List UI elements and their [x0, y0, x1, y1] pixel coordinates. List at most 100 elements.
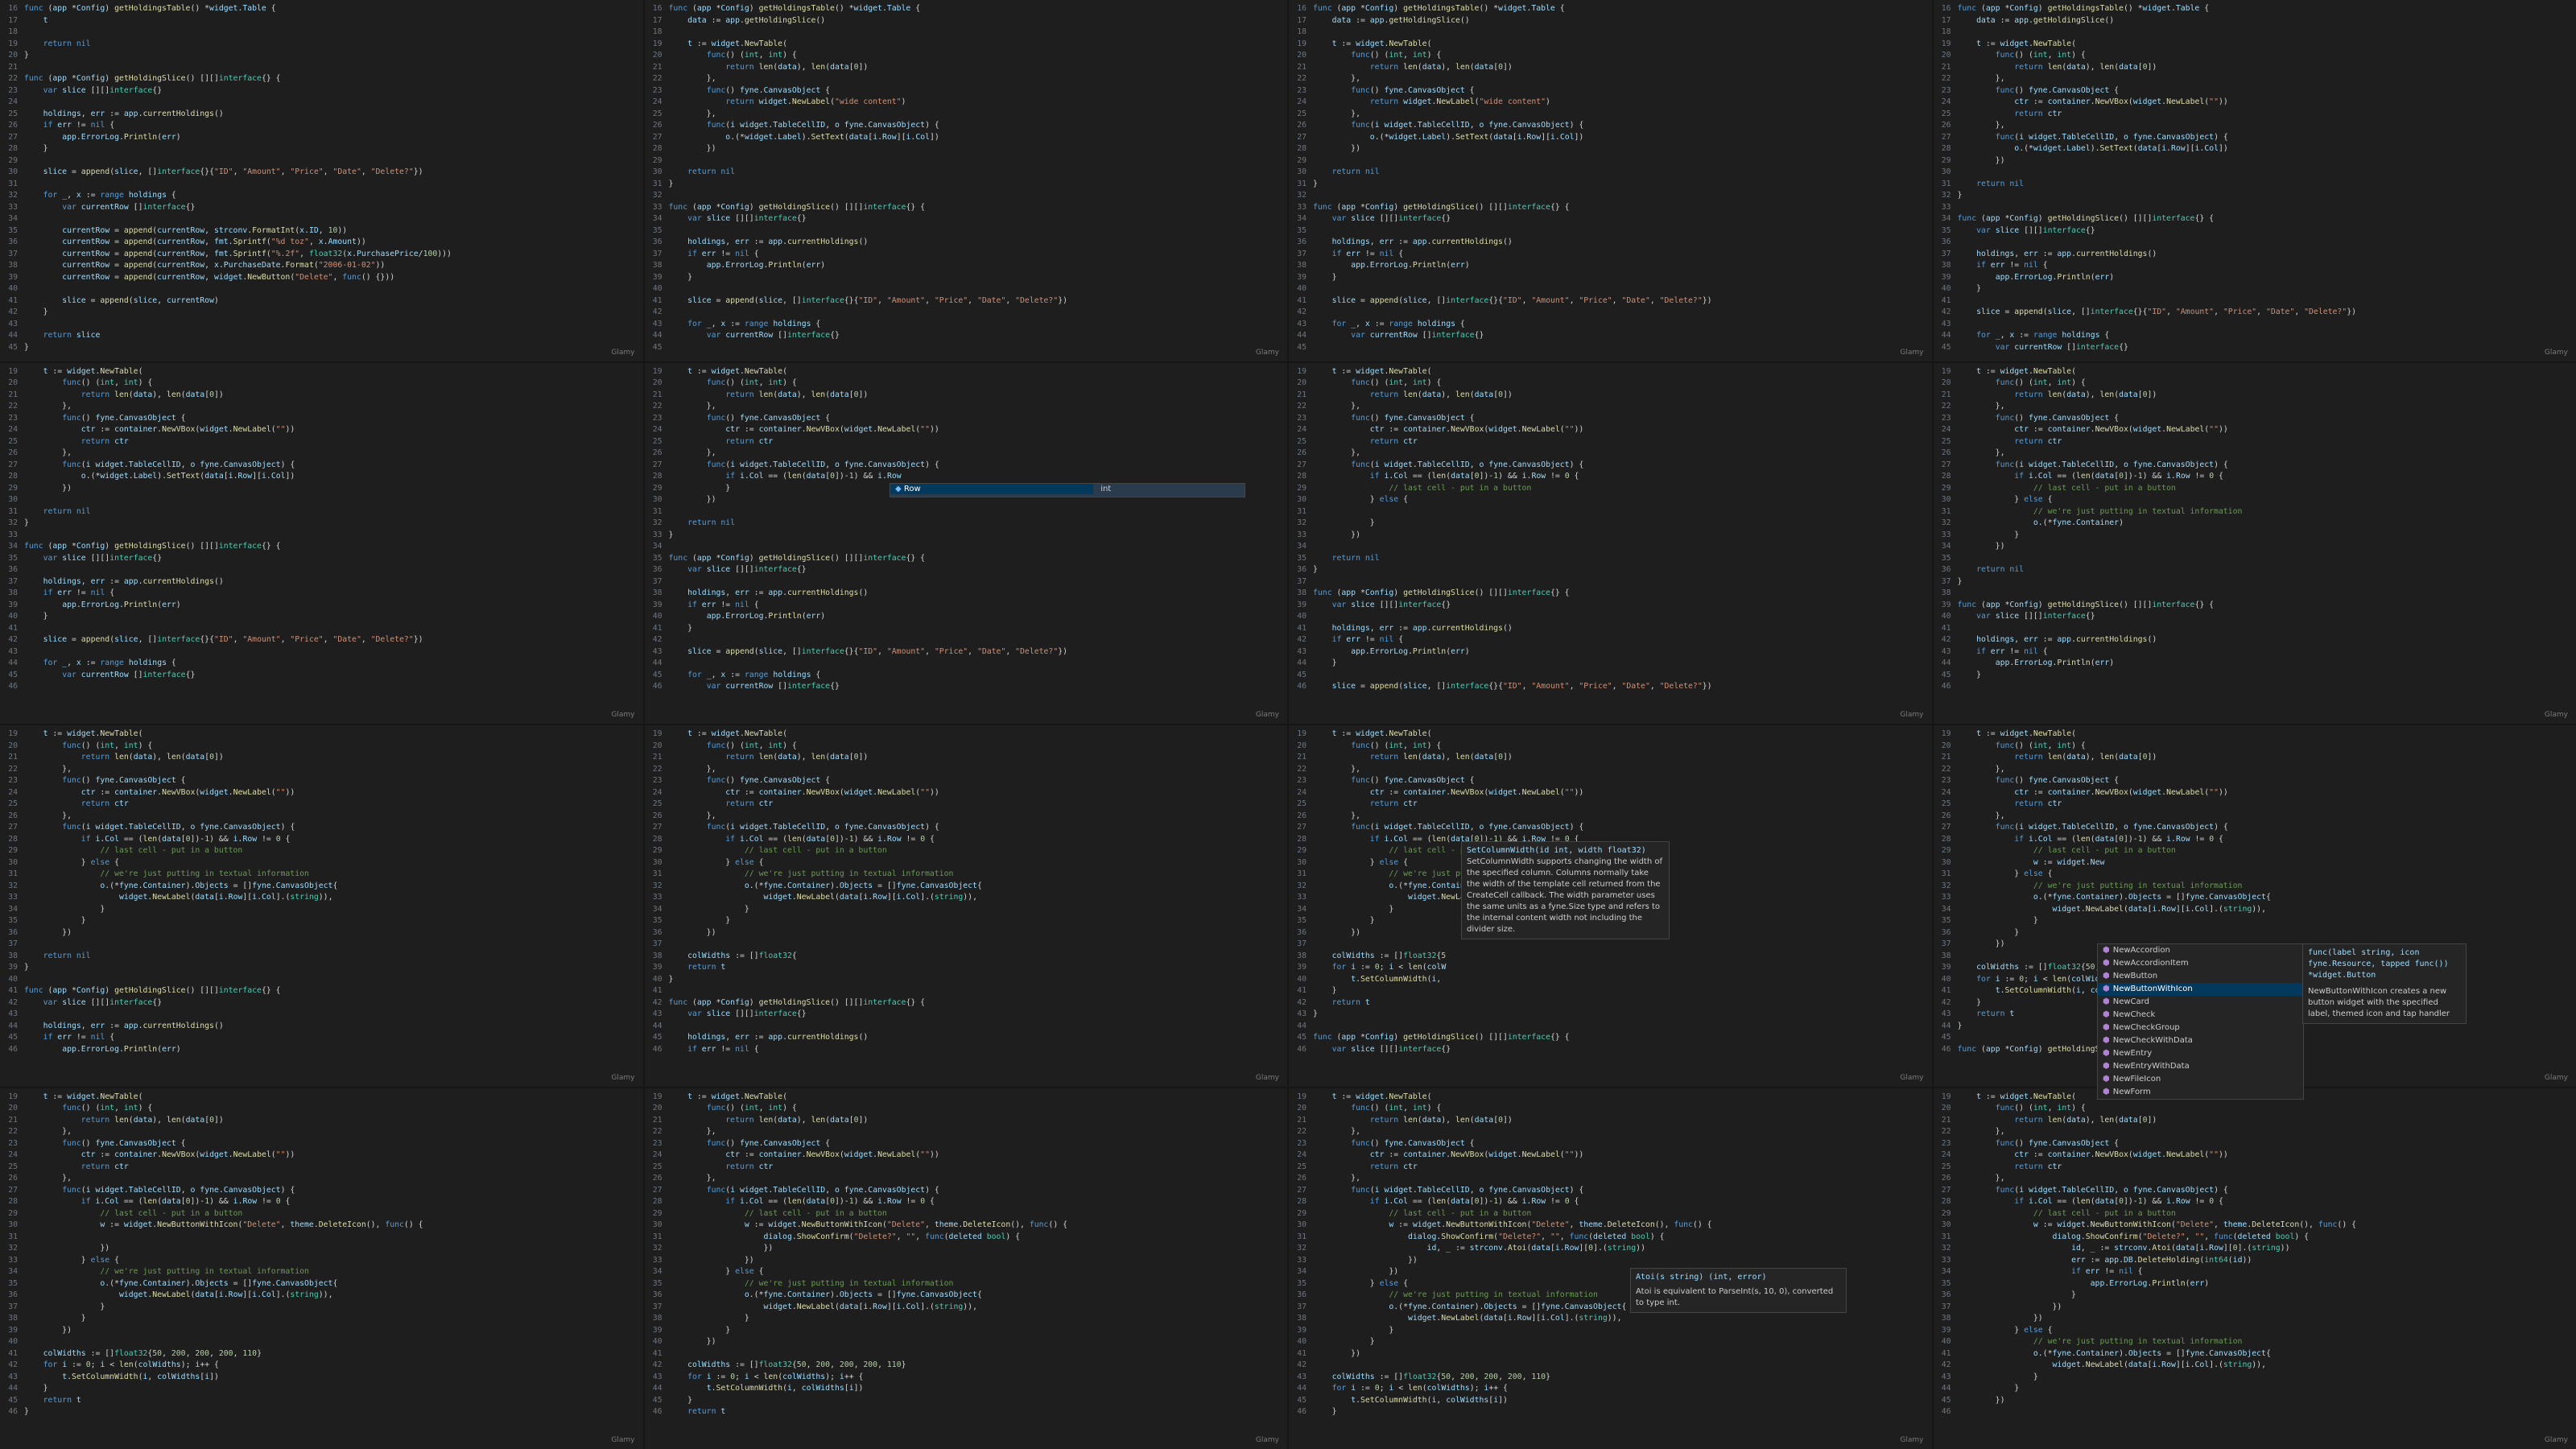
- code-line[interactable]: 45 }: [1934, 670, 2576, 682]
- code-line[interactable]: 37 currentRow = append(currentRow, fmt.S…: [0, 249, 643, 261]
- code-line[interactable]: 43 t.SetColumnWidth(i, colWidths[i]): [0, 1372, 643, 1384]
- code-line[interactable]: 29: [645, 155, 1288, 167]
- code-line[interactable]: 42 holdings, err := app.currentHoldings(…: [1934, 634, 2576, 646]
- code-line[interactable]: 25 return ctr: [1934, 109, 2576, 121]
- code-line[interactable]: 27 func(i widget.TableCellID, o fyne.Can…: [645, 1185, 1288, 1197]
- code-line[interactable]: 23 func() fyne.CanvasObject {: [1289, 1138, 1932, 1150]
- code-line[interactable]: 25 return ctr: [1289, 1162, 1932, 1174]
- code-line[interactable]: 38 }): [1934, 1313, 2576, 1325]
- code-line[interactable]: 30: [1934, 167, 2576, 179]
- code-line[interactable]: 27 func(i widget.TableCellID, o fyne.Can…: [645, 460, 1288, 472]
- code-line[interactable]: 46}: [0, 1406, 643, 1418]
- code-line[interactable]: 23 func() fyne.CanvasObject {: [1934, 85, 2576, 97]
- code-line[interactable]: 34: [0, 213, 643, 225]
- code-line[interactable]: 44 for _, x := range holdings {: [1934, 330, 2576, 342]
- code-line[interactable]: 40 }: [0, 611, 643, 623]
- code-line[interactable]: 44 }: [0, 1383, 643, 1395]
- code-line[interactable]: 44 }: [1289, 658, 1932, 670]
- code-line[interactable]: 38: [1934, 588, 2576, 600]
- code-line[interactable]: 18: [645, 27, 1288, 39]
- code-line[interactable]: 19 t := widget.NewTable(: [0, 366, 643, 378]
- code-line[interactable]: 39 var slice [][]interface{}: [1289, 600, 1932, 612]
- code-line[interactable]: 32: [645, 190, 1288, 202]
- code-view[interactable]: 19 t := widget.NewTable(20 func() (int, …: [1934, 366, 2576, 724]
- code-line[interactable]: 46 }: [1289, 1406, 1932, 1418]
- code-line[interactable]: 38 }: [0, 1313, 643, 1325]
- code-line[interactable]: 40 t.SetColumnWidth(i,: [1289, 974, 1932, 986]
- code-line[interactable]: 21 return len(data), len(data[0]): [1934, 62, 2576, 74]
- code-line[interactable]: 25 return ctr: [1289, 436, 1932, 448]
- code-line[interactable]: 27 func(i widget.TableCellID, o fyne.Can…: [1934, 822, 2576, 834]
- code-line[interactable]: 43: [0, 1009, 643, 1021]
- completion-item[interactable]: ⬢ NewAccordionItem: [2098, 957, 2303, 970]
- code-line[interactable]: 38 holdings, err := app.currentHoldings(…: [645, 588, 1288, 600]
- code-line[interactable]: 46 return t: [645, 1406, 1288, 1418]
- completion-item[interactable]: ⬢ NewEntryWithData: [2098, 1060, 2303, 1073]
- code-line[interactable]: 39 }: [645, 272, 1288, 284]
- code-line[interactable]: 45 for _, x := range holdings {: [645, 670, 1288, 682]
- code-line[interactable]: 46 var currentRow []interface{}: [645, 681, 1288, 693]
- code-line[interactable]: 38 colWidths := []float32{5: [1289, 951, 1932, 963]
- code-line[interactable]: 27 o.(*widget.Label).SetText(data[i.Row]…: [645, 132, 1288, 144]
- code-line[interactable]: 31: [1289, 506, 1932, 518]
- code-view[interactable]: 19 t := widget.NewTable(20 func() (int, …: [645, 366, 1288, 724]
- code-line[interactable]: 19 t := widget.NewTable(: [0, 729, 643, 741]
- code-line[interactable]: 23 func() fyne.CanvasObject {: [1934, 775, 2576, 787]
- code-line[interactable]: 36 }): [0, 927, 643, 939]
- code-line[interactable]: 37: [0, 939, 643, 951]
- completion-item[interactable]: ⬢ NewFileIcon: [2098, 1073, 2303, 1086]
- code-line[interactable]: 31: [0, 1232, 643, 1244]
- code-line[interactable]: 32 o.(*fyne.Container): [1934, 518, 2576, 530]
- code-line[interactable]: 38 if err != nil {: [1934, 260, 2576, 272]
- code-line[interactable]: 16 func (app *Config) getHoldingsTable() …: [1289, 3, 1932, 15]
- code-line[interactable]: 44 for i := 0; i < len(colWidths); i++ {: [1289, 1383, 1932, 1395]
- code-line[interactable]: 34 func (app *Config) getHoldingSlice() […: [1934, 213, 2576, 225]
- code-line[interactable]: 39 }: [1289, 272, 1932, 284]
- code-line[interactable]: 28 }): [645, 143, 1288, 155]
- code-line[interactable]: 31 // we're just putting in textual info…: [1934, 506, 2576, 518]
- code-line[interactable]: 19 t := widget.NewTable(: [1934, 729, 2576, 741]
- code-line[interactable]: 27 func(i widget.TableCellID, o fyne.Can…: [645, 822, 1288, 834]
- code-line[interactable]: 34 func (app *Config) getHoldingSlice() […: [0, 541, 643, 553]
- editor-pane[interactable]: 19 t := widget.NewTable(20 func() (int, …: [1289, 362, 1932, 724]
- code-line[interactable]: 41: [1934, 295, 2576, 308]
- code-line[interactable]: 30 } else {: [1934, 494, 2576, 506]
- code-line[interactable]: 46 slice = append(slice, []interface{}{"…: [1289, 681, 1932, 693]
- code-line[interactable]: 16 func (app *Config) getHoldingsTable() …: [1934, 3, 2576, 15]
- code-line[interactable]: 30 w := widget.NewButtonWithIcon("Delete…: [0, 1220, 643, 1232]
- code-line[interactable]: 26 },: [1289, 1173, 1932, 1185]
- code-line[interactable]: 37 if err != nil {: [645, 249, 1288, 261]
- code-view[interactable]: 19 t := widget.NewTable(20 func() (int, …: [1934, 1092, 2576, 1449]
- code-line[interactable]: 22 },: [1934, 401, 2576, 413]
- code-line[interactable]: 37 holdings, err := app.currentHoldings(…: [0, 576, 643, 588]
- completion-list[interactable]: ⬢ NewAccordion ⬢ NewAccordionItem ⬢ NewButton…: [2097, 943, 2304, 1100]
- code-line[interactable]: 23 func() fyne.CanvasObject {: [1289, 775, 1932, 787]
- code-line[interactable]: 28 if i.Col == (len(data[0])-1) && i.Row…: [1289, 1196, 1932, 1208]
- code-line[interactable]: 41 slice = append(slice, []interface{}{"…: [1289, 295, 1932, 308]
- code-line[interactable]: 41 holdings, err := app.currentHoldings(…: [1289, 623, 1932, 635]
- code-line[interactable]: 42 for i := 0; i < len(colWidths); i++ {: [0, 1360, 643, 1372]
- code-line[interactable]: 22 },: [645, 1126, 1288, 1138]
- code-line[interactable]: 40 app.ErrorLog.Println(err): [645, 611, 1288, 623]
- code-line[interactable]: 29: [0, 155, 643, 167]
- code-line[interactable]: 37 holdings, err := app.currentHoldings(…: [1934, 249, 2576, 261]
- code-line[interactable]: 22 },: [1289, 73, 1932, 85]
- code-line[interactable]: 24: [0, 97, 643, 109]
- code-line[interactable]: 26 func(i widget.TableCellID, o fyne.Can…: [645, 120, 1288, 132]
- code-line[interactable]: 31}: [645, 179, 1288, 191]
- code-line[interactable]: 19 t := widget.NewTable(: [1934, 39, 2576, 51]
- code-line[interactable]: 39}: [0, 962, 643, 974]
- code-line[interactable]: 21 return len(data), len(data[0]): [1289, 752, 1932, 764]
- code-line[interactable]: 38 app.ErrorLog.Println(err): [1289, 260, 1932, 272]
- editor-pane[interactable]: 19 t := widget.NewTable(20 func() (int, …: [0, 362, 643, 724]
- code-line[interactable]: 21 return len(data), len(data[0]): [645, 390, 1288, 402]
- code-line[interactable]: 20 func() (int, int) {: [1289, 50, 1932, 62]
- code-line[interactable]: 40 }: [1289, 1336, 1932, 1348]
- code-line[interactable]: 29 }): [0, 483, 643, 495]
- code-line[interactable]: 20 func() (int, int) {: [645, 741, 1288, 753]
- code-line[interactable]: 17 data := app.getHoldingSlice(): [645, 15, 1288, 27]
- code-line[interactable]: 39 }: [1289, 1325, 1932, 1337]
- code-view[interactable]: 16 func (app *Config) getHoldingsTable() …: [645, 3, 1288, 361]
- code-line[interactable]: 28 if i.Col == (len(data[0])-1) && i.Row: [645, 471, 1288, 483]
- code-line[interactable]: 26 },: [1934, 811, 2576, 823]
